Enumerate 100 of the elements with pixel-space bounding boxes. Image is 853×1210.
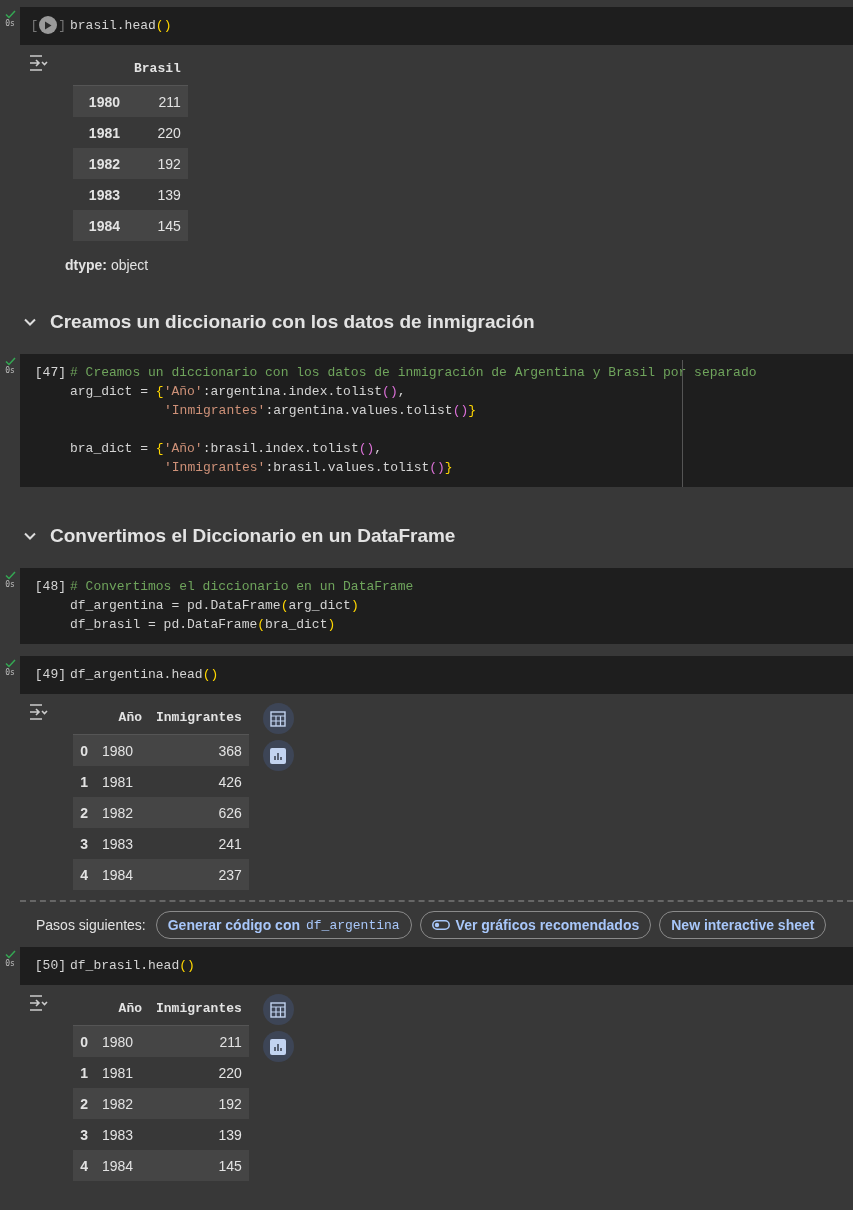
collapse-chevron[interactable] bbox=[24, 318, 36, 326]
row-index: 4 bbox=[73, 859, 95, 890]
code-token: { bbox=[155, 384, 164, 399]
code-token: } bbox=[444, 460, 453, 475]
column-header: Año bbox=[95, 703, 149, 735]
table-icon bbox=[270, 1001, 287, 1018]
table-cell: 1984 bbox=[95, 859, 149, 890]
table-cell: 1982 bbox=[95, 1088, 149, 1119]
code-token: ( bbox=[257, 617, 266, 632]
execution-count: [50] bbox=[34, 957, 66, 975]
prompt-bracket: ] bbox=[58, 17, 66, 35]
section-heading: Convertimos el Diccionario en un DataFrame bbox=[50, 525, 456, 547]
code-token: brasil.head bbox=[70, 18, 156, 33]
row-index: 1 bbox=[73, 766, 95, 797]
code-token: () bbox=[452, 403, 469, 418]
table-cell: 237 bbox=[149, 859, 249, 890]
table-cell: 211 bbox=[149, 1025, 249, 1057]
code-token: , bbox=[374, 441, 383, 456]
code-token: df_brasil = pd.DataFrame bbox=[70, 617, 258, 632]
code-token: ( bbox=[280, 598, 289, 613]
table-cell: 220 bbox=[127, 117, 188, 148]
row-index: 1 bbox=[73, 1057, 95, 1088]
code-cell[interactable]: [49] df_argentina.head() bbox=[20, 656, 853, 694]
table-cell: 1981 bbox=[95, 1057, 149, 1088]
code-token: # Creamos un diccionario con los datos de inmigración de Argentina y Brasil por separado bbox=[70, 365, 757, 380]
code-token: () bbox=[429, 460, 445, 475]
row-index: 1980 bbox=[73, 85, 127, 117]
table-cell: 426 bbox=[149, 766, 249, 797]
code-token: :argentina.index.tolist bbox=[202, 384, 383, 399]
column-header: Brasil bbox=[127, 54, 188, 86]
table-cell: 145 bbox=[149, 1150, 249, 1181]
output-toggle-icon[interactable] bbox=[28, 703, 48, 721]
row-index: 2 bbox=[73, 1088, 95, 1119]
code-cell[interactable] bbox=[20, 354, 853, 487]
code-token: # Convertimos el diccionario en un DataFrame bbox=[70, 579, 414, 594]
run-time: 0s bbox=[5, 668, 15, 678]
code-token: arg_dict = bbox=[70, 384, 149, 399]
code-token: bra_dict bbox=[265, 617, 328, 632]
code-cell[interactable]: [50] df_brasil.head() bbox=[20, 947, 853, 985]
run-time: 0s bbox=[5, 19, 15, 29]
table-cell: 1980 bbox=[95, 734, 149, 766]
chart-button[interactable] bbox=[262, 740, 294, 771]
table-cell: 139 bbox=[149, 1119, 249, 1150]
table-cell: 192 bbox=[149, 1088, 249, 1119]
code-cell[interactable]: [ ] brasil.head() bbox=[20, 7, 853, 45]
column-header: Año bbox=[95, 994, 149, 1026]
execution-count: [49] bbox=[34, 666, 66, 684]
toggle-icon bbox=[431, 920, 450, 930]
code-token: () bbox=[179, 958, 195, 973]
bar-chart-icon bbox=[270, 747, 287, 764]
table-cell: 1983 bbox=[95, 828, 149, 859]
code-token: () bbox=[155, 18, 172, 33]
row-index: 1981 bbox=[73, 117, 127, 148]
code-token: () bbox=[202, 667, 219, 682]
code-token: ) bbox=[327, 617, 336, 632]
output-toggle-icon[interactable] bbox=[28, 994, 48, 1012]
table-cell: 1984 bbox=[95, 1150, 149, 1181]
code-token: 'Inmigrantes' bbox=[164, 403, 266, 418]
table-view-button[interactable] bbox=[262, 994, 294, 1025]
table-view-button[interactable] bbox=[262, 703, 294, 734]
code-token: ) bbox=[350, 598, 359, 613]
code-cell[interactable]: [48] # Convertimos el diccionario en un DataFrame df_argentina = pd.DataFrame(arg_dict) df_brasil = pd.DataFrame(bra_dict) bbox=[20, 568, 853, 644]
table-cell: 1982 bbox=[95, 797, 149, 828]
output-toggle-icon[interactable] bbox=[28, 54, 48, 72]
code-token: df_brasil.head bbox=[70, 958, 180, 973]
table-cell: 192 bbox=[127, 148, 188, 179]
row-index: 0 bbox=[73, 734, 95, 766]
table-cell: 626 bbox=[149, 797, 249, 828]
row-index: 4 bbox=[73, 1150, 95, 1181]
row-index: 0 bbox=[73, 1025, 95, 1057]
table-cell: 1983 bbox=[95, 1119, 149, 1150]
code-token: :argentina.values.tolist bbox=[265, 403, 453, 418]
bar-chart-icon bbox=[270, 1038, 287, 1055]
code-token: , bbox=[397, 384, 406, 399]
chart-button[interactable] bbox=[262, 1031, 294, 1062]
row-index: 3 bbox=[73, 828, 95, 859]
row-index: 2 bbox=[73, 797, 95, 828]
code-token: } bbox=[468, 403, 477, 418]
collapse-chevron[interactable] bbox=[24, 532, 36, 540]
section-heading: Creamos un diccionario con los datos de inmigración bbox=[50, 311, 535, 333]
table-cell: 220 bbox=[149, 1057, 249, 1088]
table-cell: 145 bbox=[127, 210, 188, 241]
table-cell: 139 bbox=[127, 179, 188, 210]
run-time: 0s bbox=[5, 959, 15, 969]
column-header: Inmigrantes bbox=[149, 703, 249, 735]
table-cell: 368 bbox=[149, 734, 249, 766]
run-time: 0s bbox=[5, 580, 15, 590]
row-index: 1983 bbox=[73, 179, 127, 210]
column-header: Inmigrantes bbox=[149, 994, 249, 1026]
dtype-text: dtype: object bbox=[65, 257, 150, 273]
code-token: () bbox=[382, 384, 398, 399]
row-index: 1982 bbox=[73, 148, 127, 179]
table-cell: 211 bbox=[127, 85, 188, 117]
code-token: 'Inmigrantes' bbox=[164, 460, 266, 475]
code-token: df_argentina = pd.DataFrame bbox=[70, 598, 281, 613]
table-icon bbox=[270, 710, 287, 727]
execution-count: [48] bbox=[34, 578, 66, 596]
run-button[interactable] bbox=[39, 16, 58, 34]
code-token: arg_dict bbox=[288, 598, 351, 613]
code-token: 'Año' bbox=[163, 441, 203, 456]
